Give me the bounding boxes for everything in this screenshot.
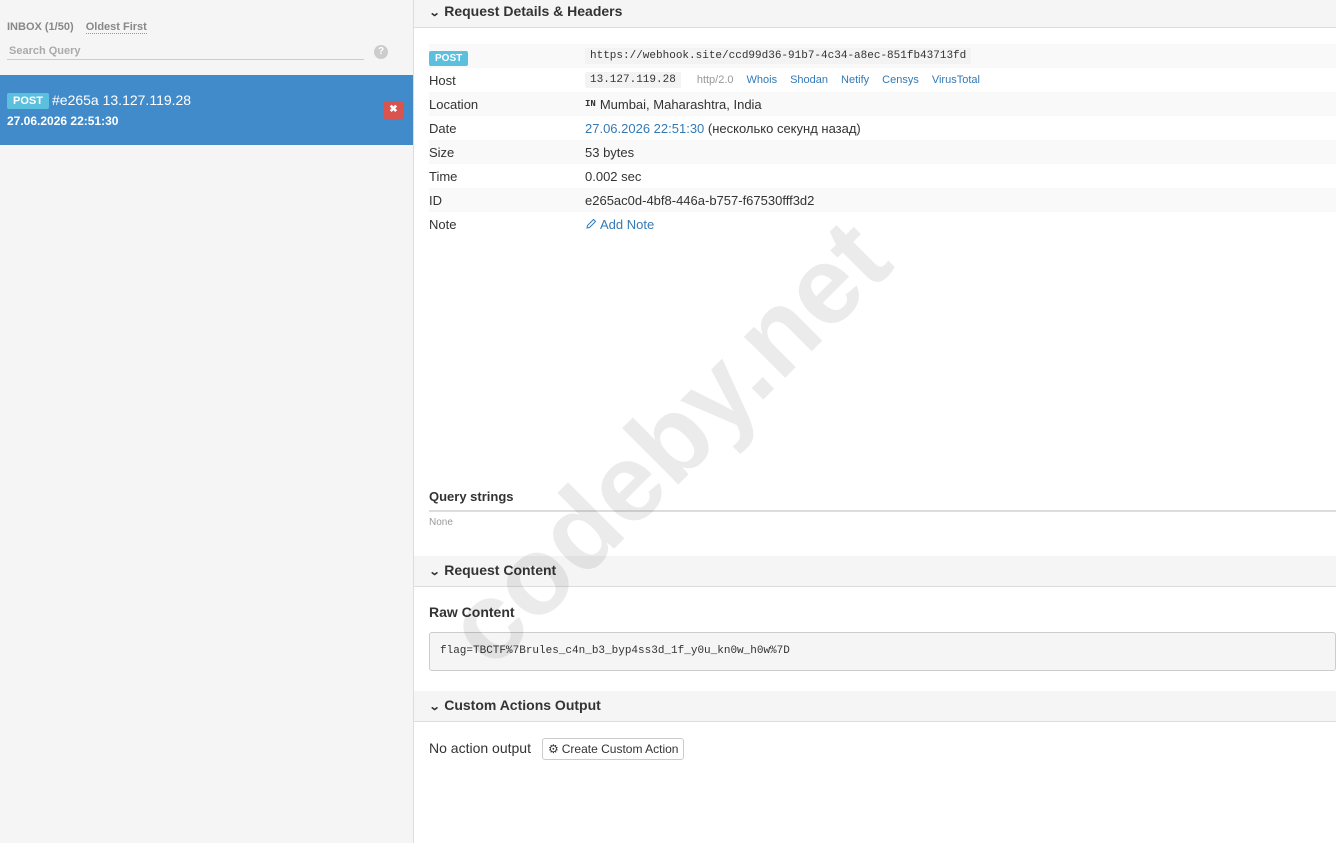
- chevron-down-icon: ⌄: [428, 7, 441, 19]
- note-label: Note: [429, 216, 457, 232]
- chevron-down-icon: ⌄: [428, 701, 441, 713]
- host-label: Host: [429, 72, 456, 88]
- inbox-bar: INBOX (1/50) Oldest First: [7, 21, 147, 34]
- query-strings-value: None: [429, 517, 453, 528]
- row-time: Time 0.002 sec: [429, 164, 1336, 188]
- no-action-output: No action output: [429, 740, 531, 756]
- row-note: Note Add Note: [429, 212, 1336, 236]
- actions-header[interactable]: ⌄ Custom Actions Output: [414, 691, 1336, 722]
- request-url[interactable]: https://webhook.site/ccd99d36-91b7-4c34-…: [585, 48, 972, 64]
- divider: [429, 510, 1336, 512]
- time-label: Time: [429, 168, 458, 184]
- delete-button[interactable]: ✖: [383, 101, 404, 119]
- row-host: Host 13.127.119.28 http/2.0 Whois Shodan…: [429, 68, 1336, 92]
- id-label: ID: [429, 192, 442, 208]
- content-header[interactable]: ⌄ Request Content: [414, 556, 1336, 587]
- details-table: POST https://webhook.site/ccd99d36-91b7-…: [429, 44, 1336, 236]
- row-location: Location IN Mumbai, Maharashtra, India: [429, 92, 1336, 116]
- date-value[interactable]: 27.06.2026 22:51:30: [585, 121, 704, 136]
- sort-toggle[interactable]: Oldest First: [85, 21, 147, 34]
- date-label: Date: [429, 120, 457, 136]
- chevron-down-icon: ⌄: [428, 566, 441, 578]
- request-list-item[interactable]: POST #e265a 13.127.119.28 27.06.2026 22:…: [0, 75, 413, 145]
- create-custom-action-button[interactable]: ⚙ Create Custom Action: [542, 738, 685, 760]
- row-size: Size 53 bytes: [429, 140, 1336, 164]
- details-header[interactable]: ⌄ Request Details & Headers: [414, 0, 1336, 28]
- netify-link[interactable]: Netify: [841, 74, 869, 86]
- request-date: 27.06.2026 22:51:30: [7, 114, 119, 128]
- content-header-label: Request Content: [444, 562, 557, 578]
- date-relative: (несколько секунд назад): [707, 120, 861, 136]
- location-value: Mumbai, Maharashtra, India: [599, 96, 762, 112]
- main-panel: ⌄ Request Details & Headers POST https://…: [414, 0, 1336, 843]
- raw-content-title: Raw Content: [429, 604, 515, 620]
- size-label: Size: [429, 144, 455, 160]
- raw-content-box[interactable]: flag=TBCTF%7Brules_c4n_b3_byp4ss3d_1f_y0…: [429, 632, 1336, 671]
- add-note-label: Add Note: [600, 216, 655, 232]
- virustotal-link[interactable]: VirusTotal: [932, 74, 980, 86]
- row-url: POST https://webhook.site/ccd99d36-91b7-…: [429, 44, 1336, 68]
- create-custom-action-label: Create Custom Action: [561, 742, 679, 756]
- method-badge: POST: [7, 93, 49, 109]
- censys-link[interactable]: Censys: [882, 74, 919, 86]
- search-wrap: [7, 42, 364, 60]
- id-value: e265ac0d-4bf8-446a-b757-f67530fff3d2: [585, 192, 815, 208]
- protocol: http/2.0: [696, 74, 734, 86]
- inbox-count: INBOX (1/50): [7, 21, 74, 33]
- time-value: 0.002 sec: [585, 168, 642, 184]
- host-ip: 13.127.119.28: [585, 72, 681, 88]
- method-badge: POST: [429, 50, 469, 66]
- actions-header-label: Custom Actions Output: [444, 697, 601, 713]
- gear-icon: ⚙: [548, 742, 559, 756]
- location-label: Location: [429, 96, 479, 112]
- row-date: Date 27.06.2026 22:51:30 (несколько секу…: [429, 116, 1336, 140]
- request-title: #e265a 13.127.119.28: [52, 92, 192, 108]
- flag-icon: IN: [585, 99, 596, 109]
- help-icon[interactable]: ?: [374, 45, 388, 59]
- query-strings-title: Query strings: [429, 489, 514, 504]
- search-input[interactable]: [7, 45, 364, 57]
- details-header-label: Request Details & Headers: [444, 3, 623, 19]
- shodan-link[interactable]: Shodan: [790, 74, 828, 86]
- pencil-icon: [586, 218, 597, 229]
- add-note-link[interactable]: Add Note: [585, 217, 654, 232]
- size-value: 53 bytes: [585, 144, 635, 160]
- row-id: ID e265ac0d-4bf8-446a-b757-f67530fff3d2: [429, 188, 1336, 212]
- whois-link[interactable]: Whois: [747, 74, 778, 86]
- sidebar: INBOX (1/50) Oldest First ? POST #e265a …: [0, 0, 414, 843]
